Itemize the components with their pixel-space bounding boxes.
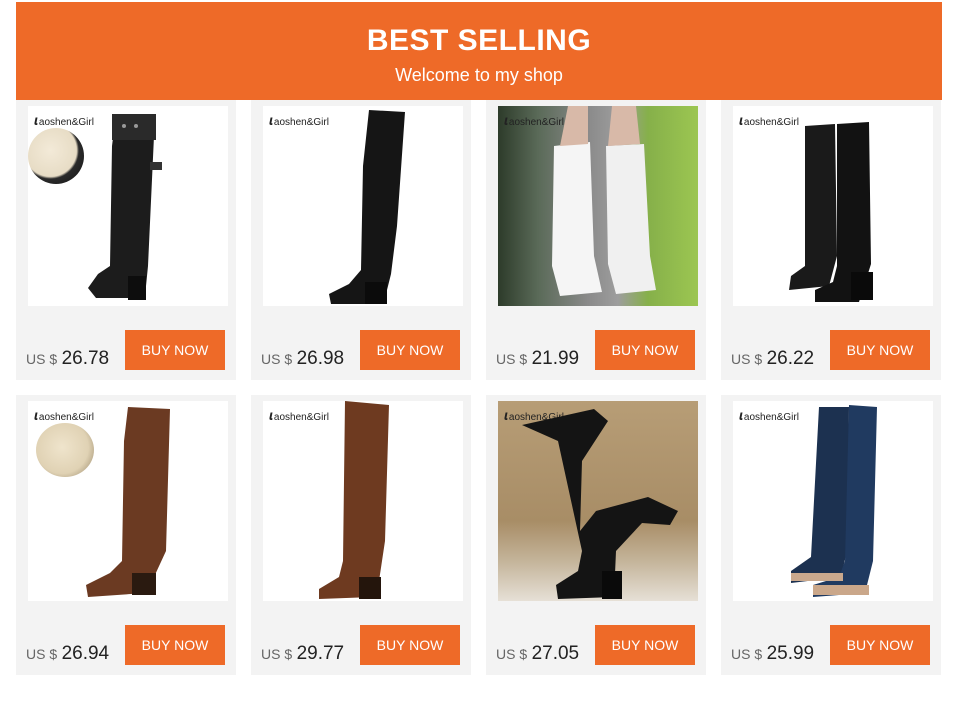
price: US $ 26.98 xyxy=(261,348,345,369)
product-card[interactable]: ɩaoshen&Girl US $ 26.94 BUY NOW xyxy=(16,395,236,675)
buy-now-button[interactable]: BUY NOW xyxy=(125,625,225,665)
buy-now-button[interactable]: BUY NOW xyxy=(830,330,930,370)
product-image[interactable]: ɩaoshen&Girl xyxy=(28,401,228,601)
price: US $ 26.94 xyxy=(26,643,110,664)
boot-illustration xyxy=(329,110,405,304)
price: US $ 26.78 xyxy=(26,348,110,369)
product-card[interactable]: ɩaoshen&Girl US $ 26.78 BUY NOW xyxy=(16,100,236,380)
product-card[interactable]: ɩaoshen&Girl US $ 21.99 BUY NOW xyxy=(486,100,706,380)
product-card[interactable]: ɩaoshen&Girl US $ 26.98 BUY NOW xyxy=(251,100,471,380)
product-image[interactable]: ɩaoshen&Girl xyxy=(28,106,228,306)
buy-now-button[interactable]: BUY NOW xyxy=(830,625,930,665)
product-card[interactable]: ɩaoshen&Girl US $ 26.22 BUY NOW xyxy=(721,100,941,380)
boot-illustration xyxy=(319,401,389,599)
buy-now-button[interactable]: BUY NOW xyxy=(360,330,460,370)
buy-now-button[interactable]: BUY NOW xyxy=(595,330,695,370)
product-image[interactable]: ɩaoshen&Girl xyxy=(263,401,463,601)
banner-title: BEST SELLING xyxy=(366,24,592,57)
boot-illustration xyxy=(522,409,678,599)
product-image[interactable]: ɩaoshen&Girl xyxy=(263,106,463,306)
price: US $ 26.22 xyxy=(731,348,815,369)
price: US $ 25.99 xyxy=(731,643,815,664)
boot-illustration xyxy=(88,114,162,300)
boot-illustration xyxy=(86,407,170,597)
product-card[interactable]: ɩaoshen&Girl US $ 29.77 BUY NOW xyxy=(251,395,471,675)
product-image[interactable]: ɩaoshen&Girl xyxy=(733,106,933,306)
boot-illustration xyxy=(791,405,877,597)
banner-subtitle: Welcome to my shop xyxy=(395,65,563,85)
boot-illustration xyxy=(552,106,656,296)
product-image[interactable]: ɩaoshen&Girl xyxy=(498,106,698,306)
boot-illustration xyxy=(789,122,873,302)
product-card[interactable]: ɩaoshen&Girl US $ 27.05 BUY NOW xyxy=(486,395,706,675)
buy-now-button[interactable]: BUY NOW xyxy=(125,330,225,370)
product-image[interactable]: ɩaoshen&Girl xyxy=(733,401,933,601)
price: US $ 27.05 xyxy=(496,643,580,664)
price: US $ 21.99 xyxy=(496,348,580,369)
price: US $ 29.77 xyxy=(261,643,345,664)
product-card[interactable]: ɩaoshen&Girl US $ 25.99 BUY NOW xyxy=(721,395,941,675)
product-image[interactable]: ɩaoshen&Girl xyxy=(498,401,698,601)
best-selling-banner: BEST SELLING Welcome to my shop xyxy=(16,2,942,100)
buy-now-button[interactable]: BUY NOW xyxy=(360,625,460,665)
buy-now-button[interactable]: BUY NOW xyxy=(595,625,695,665)
